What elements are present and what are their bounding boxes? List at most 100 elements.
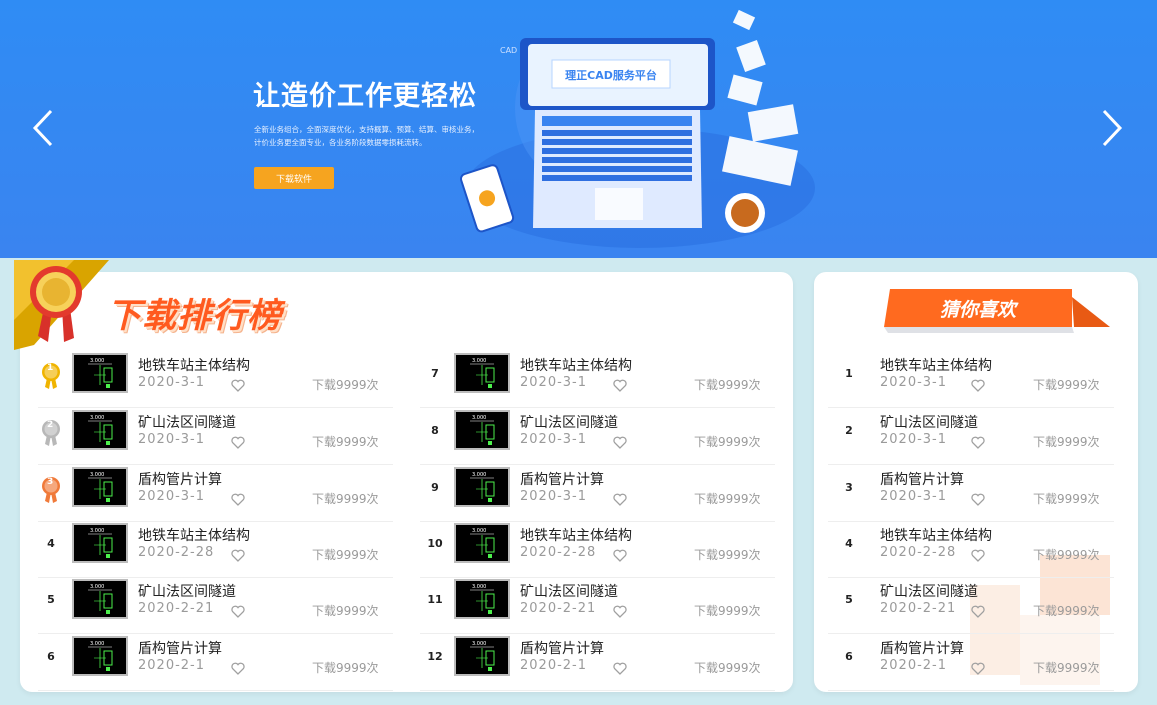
cad-thumbnail[interactable]: 3.000 <box>454 467 510 507</box>
item-title[interactable]: 矿山法区间隧道 <box>880 581 978 601</box>
list-item[interactable]: 5 矿山法区间隧道 2020-2-21 下载9999次 <box>828 578 1114 634</box>
heart-icon[interactable] <box>613 547 627 562</box>
cad-thumbnail-image: 3.000 <box>74 412 126 448</box>
item-date: 2020-3-1 <box>138 375 206 390</box>
rank-number: 4 <box>47 536 55 550</box>
item-title[interactable]: 地铁车站主体结构 <box>880 355 992 375</box>
rank-number: 8 <box>431 423 439 437</box>
list-item[interactable]: 5 3.000 矿山法区间隧道 2020-2-21 下载9999次 <box>38 578 393 634</box>
cad-thumbnail[interactable]: 3.000 <box>72 636 128 676</box>
rank-number: 6 <box>845 649 853 663</box>
cad-thumbnail[interactable]: 3.000 <box>72 467 128 507</box>
download-software-button[interactable]: 下载软件 <box>254 167 334 189</box>
download-count: 下载9999次 <box>312 492 379 506</box>
cad-thumbnail-image: 3.000 <box>456 581 508 617</box>
list-item[interactable]: 6 盾构管片计算 2020-2-1 下载9999次 <box>828 635 1114 691</box>
item-title[interactable]: 矿山法区间隧道 <box>138 412 236 432</box>
heart-icon[interactable] <box>231 491 245 506</box>
cad-thumbnail[interactable]: 3.000 <box>454 410 510 450</box>
heart-icon[interactable] <box>613 491 627 506</box>
list-item[interactable]: 12 3.000 盾构管片计算 2020-2-1 下载9999次 <box>420 635 775 691</box>
download-count: 下载9999次 <box>1033 604 1100 618</box>
item-date: 2020-3-1 <box>880 375 948 390</box>
item-title[interactable]: 矿山法区间隧道 <box>520 412 618 432</box>
list-item[interactable]: 2 3.000 矿山法区间隧道 2020-3-1 下载9999次 <box>38 409 393 465</box>
guess-title: 猜你喜欢 <box>939 298 1016 321</box>
cad-thumbnail-image: 3.000 <box>456 355 508 391</box>
heart-icon[interactable] <box>613 660 627 675</box>
item-date: 2020-3-1 <box>520 432 588 447</box>
list-item[interactable]: 7 3.000 地铁车站主体结构 2020-3-1 下载9999次 <box>420 352 775 408</box>
item-title[interactable]: 盾构管片计算 <box>138 638 222 658</box>
heart-icon[interactable] <box>971 491 985 506</box>
list-item[interactable]: 6 3.000 盾构管片计算 2020-2-1 下载9999次 <box>38 635 393 691</box>
svg-text:3.000: 3.000 <box>90 358 104 364</box>
heart-icon[interactable] <box>971 547 985 562</box>
list-item[interactable]: 8 3.000 矿山法区间隧道 2020-3-1 下载9999次 <box>420 409 775 465</box>
item-title[interactable]: 地铁车站主体结构 <box>138 355 250 375</box>
heart-icon[interactable] <box>613 377 627 392</box>
list-item[interactable]: 9 3.000 盾构管片计算 2020-3-1 下载9999次 <box>420 466 775 522</box>
rank-number: 1 <box>845 366 853 380</box>
item-title[interactable]: 地铁车站主体结构 <box>880 525 992 545</box>
svg-text:3.000: 3.000 <box>472 358 486 364</box>
cad-thumbnail[interactable]: 3.000 <box>454 353 510 393</box>
cad-thumbnail[interactable]: 3.000 <box>72 410 128 450</box>
heart-icon[interactable] <box>613 603 627 618</box>
cad-thumbnail[interactable]: 3.000 <box>72 353 128 393</box>
cad-thumbnail-image: 3.000 <box>456 412 508 448</box>
heart-icon[interactable] <box>971 660 985 675</box>
list-item[interactable]: 4 3.000 地铁车站主体结构 2020-2-28 下载9999次 <box>38 522 393 578</box>
item-title[interactable]: 地铁车站主体结构 <box>520 355 632 375</box>
rank-number: 5 <box>47 592 55 606</box>
heart-icon[interactable] <box>231 603 245 618</box>
item-title[interactable]: 矿山法区间隧道 <box>138 581 236 601</box>
cad-thumbnail[interactable]: 3.000 <box>454 636 510 676</box>
carousel-prev-button[interactable] <box>28 106 58 150</box>
download-count: 下载9999次 <box>312 548 379 562</box>
item-title[interactable]: 地铁车站主体结构 <box>138 525 250 545</box>
heart-icon[interactable] <box>231 377 245 392</box>
list-item[interactable]: 1 3.000 地铁车站主体结构 2020-3-1 下载9999次 <box>38 352 393 408</box>
cad-thumbnail[interactable]: 3.000 <box>454 523 510 563</box>
rank-number: 11 <box>427 592 443 606</box>
item-title[interactable]: 矿山法区间隧道 <box>520 581 618 601</box>
list-item[interactable]: 4 地铁车站主体结构 2020-2-28 下载9999次 <box>828 522 1114 578</box>
heart-icon[interactable] <box>971 434 985 449</box>
item-title[interactable]: 盾构管片计算 <box>880 638 964 658</box>
item-title[interactable]: 盾构管片计算 <box>520 638 604 658</box>
list-item[interactable]: 3 盾构管片计算 2020-3-1 下载9999次 <box>828 466 1114 522</box>
list-item[interactable]: 10 3.000 地铁车站主体结构 2020-2-28 下载9999次 <box>420 522 775 578</box>
svg-text:3.000: 3.000 <box>472 584 486 590</box>
heart-icon[interactable] <box>971 603 985 618</box>
carousel-next-button[interactable] <box>1097 106 1127 150</box>
download-count: 下载9999次 <box>694 435 761 449</box>
item-title[interactable]: 盾构管片计算 <box>880 469 964 489</box>
item-date: 2020-3-1 <box>880 489 948 504</box>
item-title[interactable]: 地铁车站主体结构 <box>520 525 632 545</box>
cad-thumbnail[interactable]: 3.000 <box>454 579 510 619</box>
svg-text:3.000: 3.000 <box>90 528 104 534</box>
heart-icon[interactable] <box>971 377 985 392</box>
cad-thumbnail[interactable]: 3.000 <box>72 523 128 563</box>
cad-thumbnail-image: 3.000 <box>74 638 126 674</box>
rank-number: 2 <box>845 423 853 437</box>
rank-number: 6 <box>47 649 55 663</box>
heart-icon[interactable] <box>231 660 245 675</box>
cad-thumbnail-image: 3.000 <box>74 525 126 561</box>
heart-icon[interactable] <box>231 547 245 562</box>
download-count: 下载9999次 <box>1033 661 1100 675</box>
cad-thumbnail[interactable]: 3.000 <box>72 579 128 619</box>
item-title[interactable]: 盾构管片计算 <box>138 469 222 489</box>
list-item[interactable]: 2 矿山法区间隧道 2020-3-1 下载9999次 <box>828 409 1114 465</box>
list-item[interactable]: 11 3.000 矿山法区间隧道 2020-2-21 下载9999次 <box>420 578 775 634</box>
heart-icon[interactable] <box>231 434 245 449</box>
item-title[interactable]: 矿山法区间隧道 <box>880 412 978 432</box>
chevron-left-icon <box>32 109 53 147</box>
list-item[interactable]: 1 地铁车站主体结构 2020-3-1 下载9999次 <box>828 352 1114 408</box>
item-date: 2020-2-28 <box>138 545 215 560</box>
svg-text:3.000: 3.000 <box>90 641 104 647</box>
heart-icon[interactable] <box>613 434 627 449</box>
list-item[interactable]: 3 3.000 盾构管片计算 2020-3-1 下载9999次 <box>38 466 393 522</box>
item-title[interactable]: 盾构管片计算 <box>520 469 604 489</box>
